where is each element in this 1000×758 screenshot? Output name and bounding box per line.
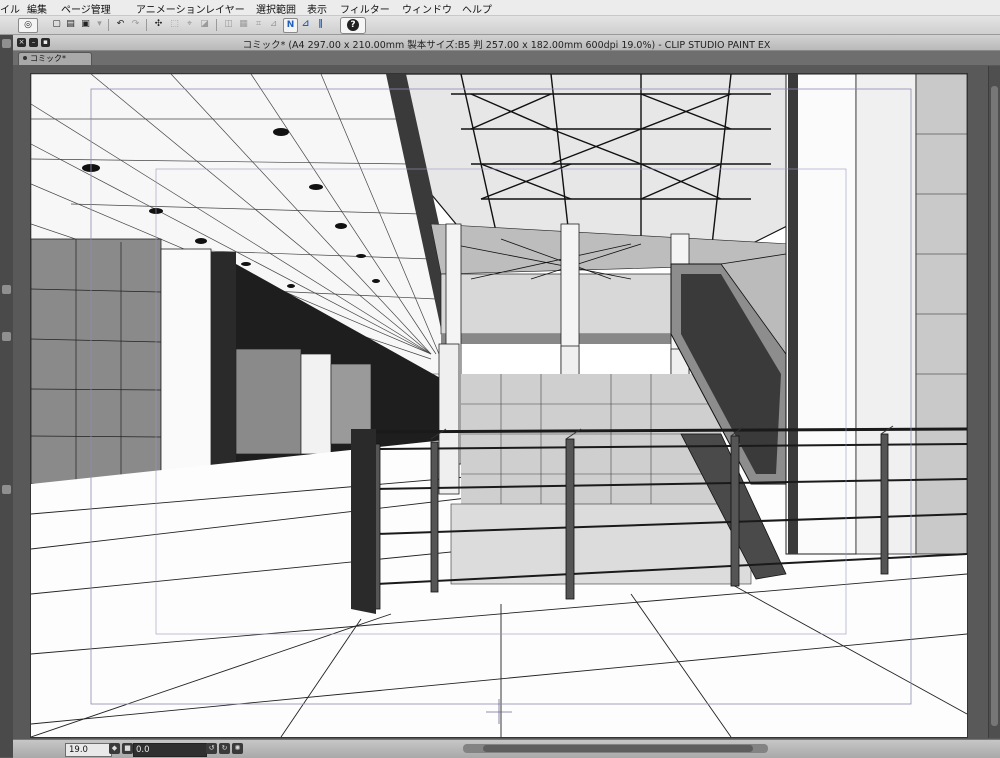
save-dropdown-icon[interactable]: ▾: [93, 18, 106, 31]
save-icon[interactable]: ▣: [79, 18, 92, 31]
mall-perspective-artwork: [31, 74, 967, 737]
left-palette-strip: [0, 35, 13, 757]
menu-view[interactable]: 表示: [307, 1, 327, 16]
menu-selection[interactable]: 選択範囲: [256, 1, 296, 16]
deselect-icon[interactable]: ⌖: [183, 18, 196, 31]
menu-file[interactable]: イル: [0, 1, 20, 16]
redo-icon[interactable]: ↷: [129, 18, 142, 31]
menu-page[interactable]: ページ管理: [61, 1, 111, 16]
horizontal-scrollbar[interactable]: [463, 744, 768, 753]
fill-icon[interactable]: ◪: [198, 18, 211, 31]
zoom-field[interactable]: 19.0: [65, 743, 112, 757]
rotate-left-icon[interactable]: ↺: [206, 743, 217, 754]
horizontal-scroll-thumb[interactable]: [483, 745, 753, 752]
status-bar: 19.0 ◆ ■ 0.0 ↺ ↻ ✺: [13, 739, 1000, 758]
transform-icon[interactable]: ✣: [152, 18, 165, 31]
fit-view-icon[interactable]: ■: [122, 743, 133, 754]
menu-edit[interactable]: 編集: [27, 1, 47, 16]
help-button[interactable]: ?: [340, 17, 366, 34]
palette-tool-icon[interactable]: [2, 285, 11, 294]
menu-help[interactable]: ヘルプ: [462, 1, 492, 16]
document-title-bar: × – ▪ コミック* (A4 297.00 x 210.00mm 製本サイズ:…: [13, 35, 1000, 51]
menu-animation[interactable]: アニメーション: [136, 1, 206, 16]
rotation-angle-field[interactable]: 0.0: [133, 743, 207, 757]
toolbar-separator: [146, 19, 147, 31]
palette-handle-icon[interactable]: [2, 39, 11, 48]
menu-filter[interactable]: フィルター: [340, 1, 390, 16]
drawing-canvas[interactable]: [30, 73, 968, 738]
guide-icon[interactable]: ∥: [314, 18, 327, 31]
document-title: コミック* (A4 297.00 x 210.00mm 製本サイズ:B5 判 2…: [242, 40, 771, 51]
zoom-stepper-icon[interactable]: ◆: [109, 743, 120, 754]
vertical-scrollbar[interactable]: [988, 66, 1000, 738]
menu-layer[interactable]: レイヤー: [205, 1, 245, 16]
document-tab[interactable]: コミック*: [18, 52, 92, 66]
palette-tool-icon[interactable]: [2, 485, 11, 494]
menu-bar: イル 編集 ページ管理 アニメーション レイヤー 選択範囲 表示 フィルター ウ…: [0, 0, 1000, 16]
document-tab-row: コミック*: [13, 51, 1000, 66]
rotate-right-icon[interactable]: ↻: [219, 743, 230, 754]
undo-icon[interactable]: ↶: [114, 18, 127, 31]
toolbar-separator: [108, 19, 109, 31]
palette-tool-icon[interactable]: [2, 332, 11, 341]
document-tab-label: コミック*: [30, 54, 66, 63]
command-bar: ◎ ▢ ▤ ▣ ▾ ↶ ↷ ✣ ⬚ ⌖ ◪ ◫ ▦ ⌗ ⊿ N ⊿ ∥ ?: [0, 16, 1000, 35]
vertical-scroll-thumb[interactable]: [991, 86, 998, 726]
open-file-icon[interactable]: ▤: [64, 18, 77, 31]
select-all-icon[interactable]: ⬚: [168, 18, 181, 31]
snap-icon[interactable]: ◫: [222, 18, 235, 31]
new-file-icon[interactable]: ▢: [50, 18, 63, 31]
perspective-icon[interactable]: N: [283, 18, 298, 33]
tab-dot-icon: [23, 56, 27, 60]
reset-rotation-icon[interactable]: ✺: [232, 743, 243, 754]
menu-window[interactable]: ウィンドウ: [402, 1, 452, 16]
help-icon: ?: [347, 19, 359, 31]
ruler-icon[interactable]: ⊿: [299, 18, 312, 31]
toolbar-separator: [216, 19, 217, 31]
ruler-snap-icon[interactable]: ⊿: [267, 18, 280, 31]
grid-icon[interactable]: ▦: [237, 18, 250, 31]
clip-studio-icon[interactable]: ◎: [18, 18, 38, 33]
crop-icon[interactable]: ⌗: [252, 18, 265, 31]
